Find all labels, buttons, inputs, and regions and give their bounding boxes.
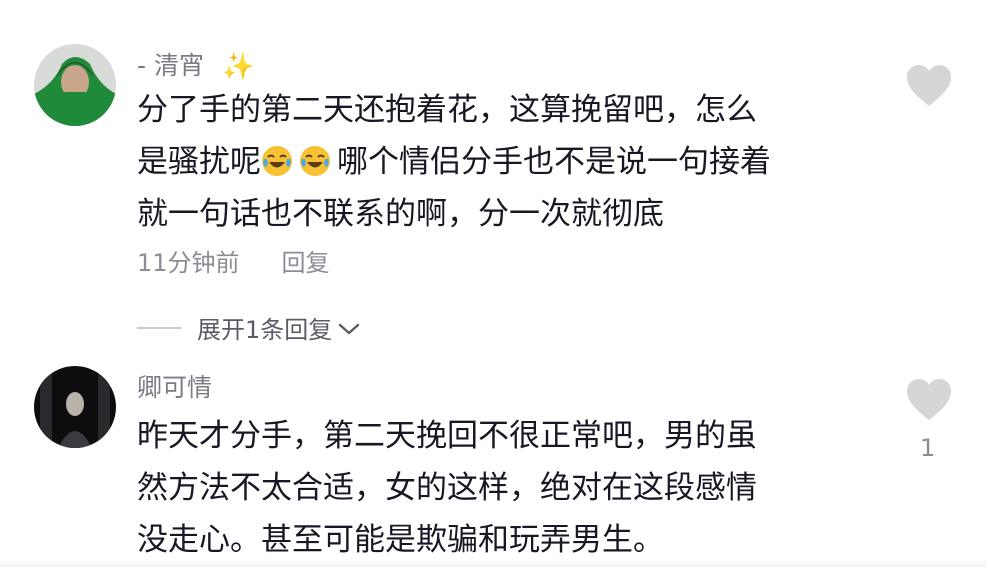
expand-replies-button[interactable]: 展开1条回复	[137, 310, 360, 345]
crying-laughing-emoji	[262, 146, 292, 176]
comment-text-line: 昨天才分手，第二天挽回不很正常吧，男的虽	[137, 418, 757, 454]
expand-replies-label: 展开1条回复	[197, 316, 333, 344]
like-count: 1	[920, 434, 936, 462]
comment-text-line: 是骚扰呢 哪个情侣分手也不是说一句接着	[137, 136, 857, 188]
avatar[interactable]	[34, 44, 116, 126]
heart-icon	[907, 65, 951, 106]
reply-button[interactable]: 回复	[282, 249, 330, 277]
comment-text: 分了手的第二天还抱着花，这算挽留吧，怎么 是骚扰呢 哪个情侣分手也不是说一句接着 …	[137, 84, 857, 240]
username[interactable]: 卿可情	[137, 368, 212, 404]
like-button[interactable]	[905, 64, 953, 112]
comment-item: - 清宵 ✨ 分了手的第二天还抱着花，这算挽留吧，怎么 是骚扰呢 哪个情侣分手也不是…	[0, 0, 987, 344]
heart-icon	[907, 379, 951, 420]
sparkles-icon: ✨	[221, 52, 255, 82]
comment-text-line: 没走心。甚至可能是欺骗和玩弄男生。	[137, 522, 664, 558]
next-comment-edge	[0, 560, 987, 567]
comment-text: 昨天才分手，第二天挽回不很正常吧，男的虽 然方法不太合适，女的这样，绝对在这段感…	[137, 410, 857, 566]
chevron-down-icon	[338, 314, 360, 342]
comment-text-fragment: 是骚扰呢	[137, 144, 261, 180]
like-button[interactable]	[905, 378, 953, 426]
comment-text-line: 就一句话也不联系的啊，分一次就彻底	[137, 196, 664, 232]
timestamp: 11分钟前	[137, 249, 240, 277]
comment-text-line: 分了手的第二天还抱着花，这算挽留吧，怎么	[137, 92, 757, 128]
divider	[137, 326, 181, 329]
comment-text-fragment: 哪个情侣分手也不是说一句接着	[337, 144, 771, 180]
username[interactable]: - 清宵 ✨	[137, 46, 254, 82]
avatar[interactable]	[34, 366, 116, 448]
comment-meta: 11分钟前 回复	[137, 243, 330, 278]
crying-laughing-emoji	[300, 146, 330, 176]
comment-text-line: 然方法不太合适，女的这样，绝对在这段感情	[137, 470, 757, 506]
